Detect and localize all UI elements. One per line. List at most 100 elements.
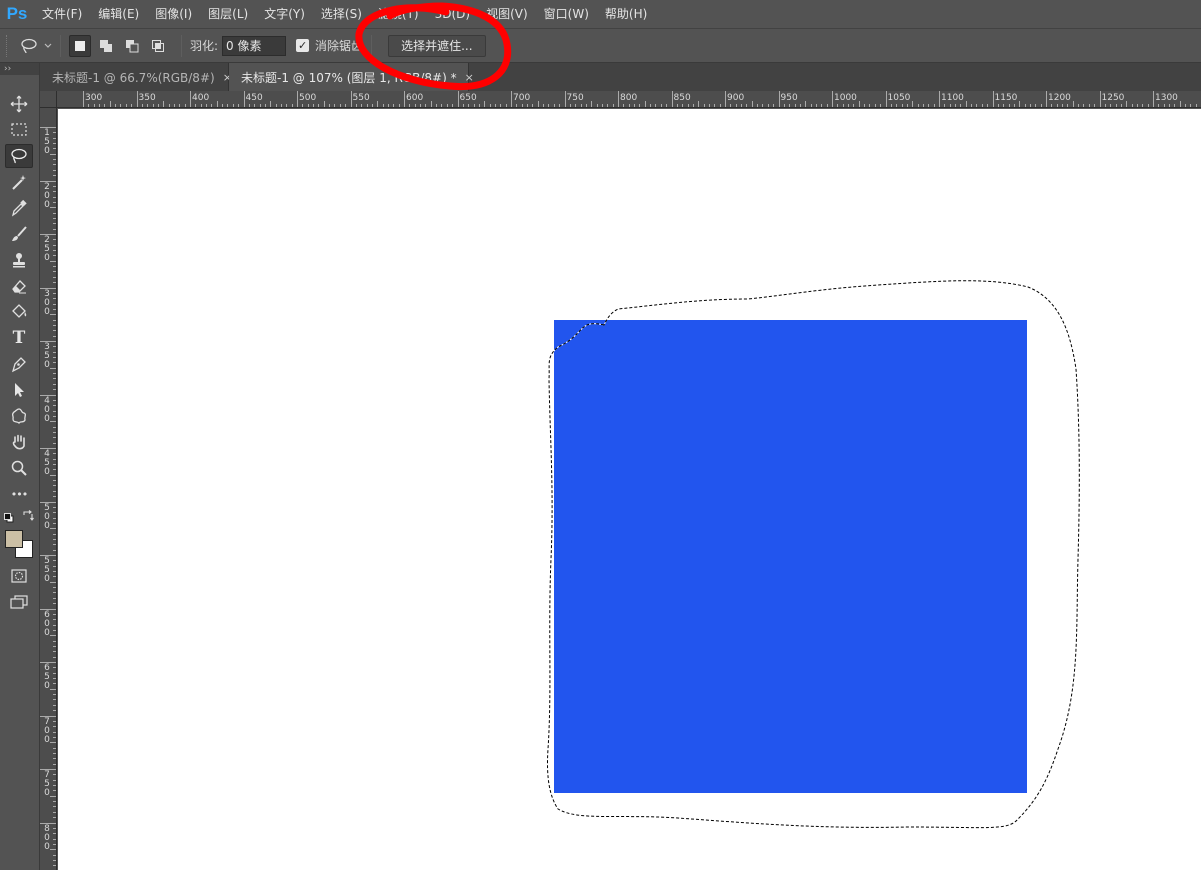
ruler-minor-tick (53, 217, 56, 219)
ruler-minor-tick (591, 101, 593, 107)
ruler-minor-tick (53, 410, 56, 412)
new-selection-button[interactable] (69, 34, 91, 57)
panel-collapse-button[interactable]: ›› (0, 63, 39, 75)
ruler-minor-tick (53, 469, 56, 471)
menu-3d[interactable]: 3D(D) (427, 0, 478, 28)
ruler-minor-tick (473, 104, 475, 107)
menu-window[interactable]: 窗口(W) (536, 0, 597, 28)
ruler-minor-tick (323, 101, 325, 107)
ruler-minor-tick (50, 688, 56, 690)
magic-wand-tool[interactable] (5, 170, 33, 194)
ruler-minor-tick (842, 104, 844, 107)
subtract-from-selection-button[interactable] (121, 35, 143, 57)
separator (181, 34, 182, 57)
ruler-minor-tick (1013, 104, 1015, 107)
eraser-tool[interactable] (5, 274, 33, 298)
vertical-ruler[interactable]: 150 200 250 300 350 400 450 500 550 600 650 700 750 8… (40, 91, 57, 870)
marquee-tool[interactable] (5, 118, 33, 142)
ruler-minor-tick (53, 137, 56, 139)
ruler-minor-tick (366, 104, 368, 107)
add-selection-icon (100, 39, 112, 52)
swap-colors-button[interactable] (22, 510, 34, 522)
ruler-minor-tick (1035, 104, 1037, 107)
menu-type[interactable]: 文字(Y) (256, 0, 313, 28)
menu-view[interactable]: 视图(V) (478, 0, 536, 28)
ruler-minor-tick (976, 104, 978, 107)
ruler-minor-tick (607, 104, 609, 107)
ruler-minor-tick (211, 104, 213, 107)
ruler-minor-tick (53, 255, 56, 257)
ruler-label: 1000 (834, 93, 857, 103)
custom-shape-tool[interactable] (5, 404, 33, 428)
ruler-minor-tick (703, 104, 705, 107)
move-tool[interactable] (5, 92, 33, 116)
type-tool[interactable]: T (5, 326, 33, 350)
horizontal-ruler[interactable]: 300 350 400 450 500 550 600 650 700 750 800 850 900 9… (57, 91, 1201, 108)
screen-mode-tool[interactable] (5, 590, 33, 614)
separator (371, 34, 373, 57)
ruler-minor-tick (880, 104, 882, 107)
ruler-minor-tick (53, 244, 56, 246)
quick-mask-tool[interactable] (5, 564, 33, 588)
ruler-minor-tick (933, 104, 935, 107)
ruler-minor-tick (960, 104, 962, 107)
hand-tool[interactable] (5, 430, 33, 454)
menu-image[interactable]: 图像(I) (147, 0, 200, 28)
ruler-minor-tick (1067, 104, 1069, 107)
ruler-minor-tick (553, 104, 555, 107)
more-tools[interactable]: ••• (5, 482, 33, 506)
menu-file[interactable]: 文件(F) (34, 0, 90, 28)
ruler-label: 200 (44, 181, 50, 210)
document-canvas[interactable] (58, 109, 1201, 870)
path-selection-tool[interactable] (5, 378, 33, 402)
ruler-origin[interactable] (40, 91, 57, 108)
menu-layer[interactable]: 图层(L) (200, 0, 256, 28)
close-icon[interactable]: × (465, 71, 474, 84)
ruler-minor-tick (53, 619, 56, 621)
menu-select[interactable]: 选择(S) (313, 0, 370, 28)
options-grip[interactable] (6, 34, 12, 57)
tool-preset-picker[interactable] (20, 38, 52, 54)
ruler-minor-tick (53, 736, 56, 738)
ruler-minor-tick (88, 104, 90, 107)
lasso-tool[interactable] (5, 144, 33, 168)
document-tab[interactable]: 未标题-1 @ 66.7%(RGB/8#) × (40, 63, 232, 91)
intersect-selection-button[interactable] (147, 35, 169, 57)
ruler-minor-tick (206, 104, 208, 107)
ruler-minor-tick (147, 104, 149, 107)
ruler-minor-tick (238, 104, 240, 107)
antialias-checkbox[interactable]: ✓ (296, 39, 310, 52)
brush-tool[interactable] (5, 222, 33, 246)
menu-filter[interactable]: 滤镜(T) (370, 0, 427, 28)
zoom-tool[interactable] (5, 456, 33, 480)
add-to-selection-button[interactable] (95, 35, 117, 57)
ruler-minor-tick (53, 373, 56, 375)
ruler-label: 150 (44, 128, 50, 156)
pen-tool[interactable] (5, 352, 33, 376)
ruler-minor-tick (53, 801, 56, 803)
move-icon (10, 95, 28, 113)
default-colors-icon (4, 513, 14, 523)
ruler-minor-tick (53, 699, 56, 701)
clone-stamp-tool[interactable] (5, 248, 33, 272)
menu-help[interactable]: 帮助(H) (597, 0, 655, 28)
antialias-label: 消除锯齿 (315, 39, 364, 53)
ruler-minor-tick (735, 104, 737, 107)
menu-edit[interactable]: 编辑(E) (90, 0, 147, 28)
ruler-minor-tick (500, 104, 502, 107)
stamp-icon (13, 253, 25, 268)
foreground-color-swatch[interactable] (5, 530, 23, 548)
ruler-minor-tick (53, 201, 56, 203)
paint-bucket-tool[interactable] (5, 300, 33, 324)
ruler-minor-tick (687, 104, 689, 107)
select-and-mask-button[interactable]: 选择并遮住... (388, 34, 486, 57)
eyedropper-tool[interactable] (5, 196, 33, 220)
ruler-minor-tick (53, 806, 56, 808)
default-colors-button[interactable] (4, 512, 14, 523)
document-tab-active[interactable]: 未标题-1 @ 107% (图层 1, RGB/8#) * × (229, 63, 474, 91)
ruler-major-tick (297, 91, 298, 107)
ruler-minor-tick (109, 101, 111, 107)
feather-input[interactable]: 0 像素 (222, 35, 287, 56)
ruler-minor-tick (639, 104, 641, 107)
separator (60, 34, 61, 57)
